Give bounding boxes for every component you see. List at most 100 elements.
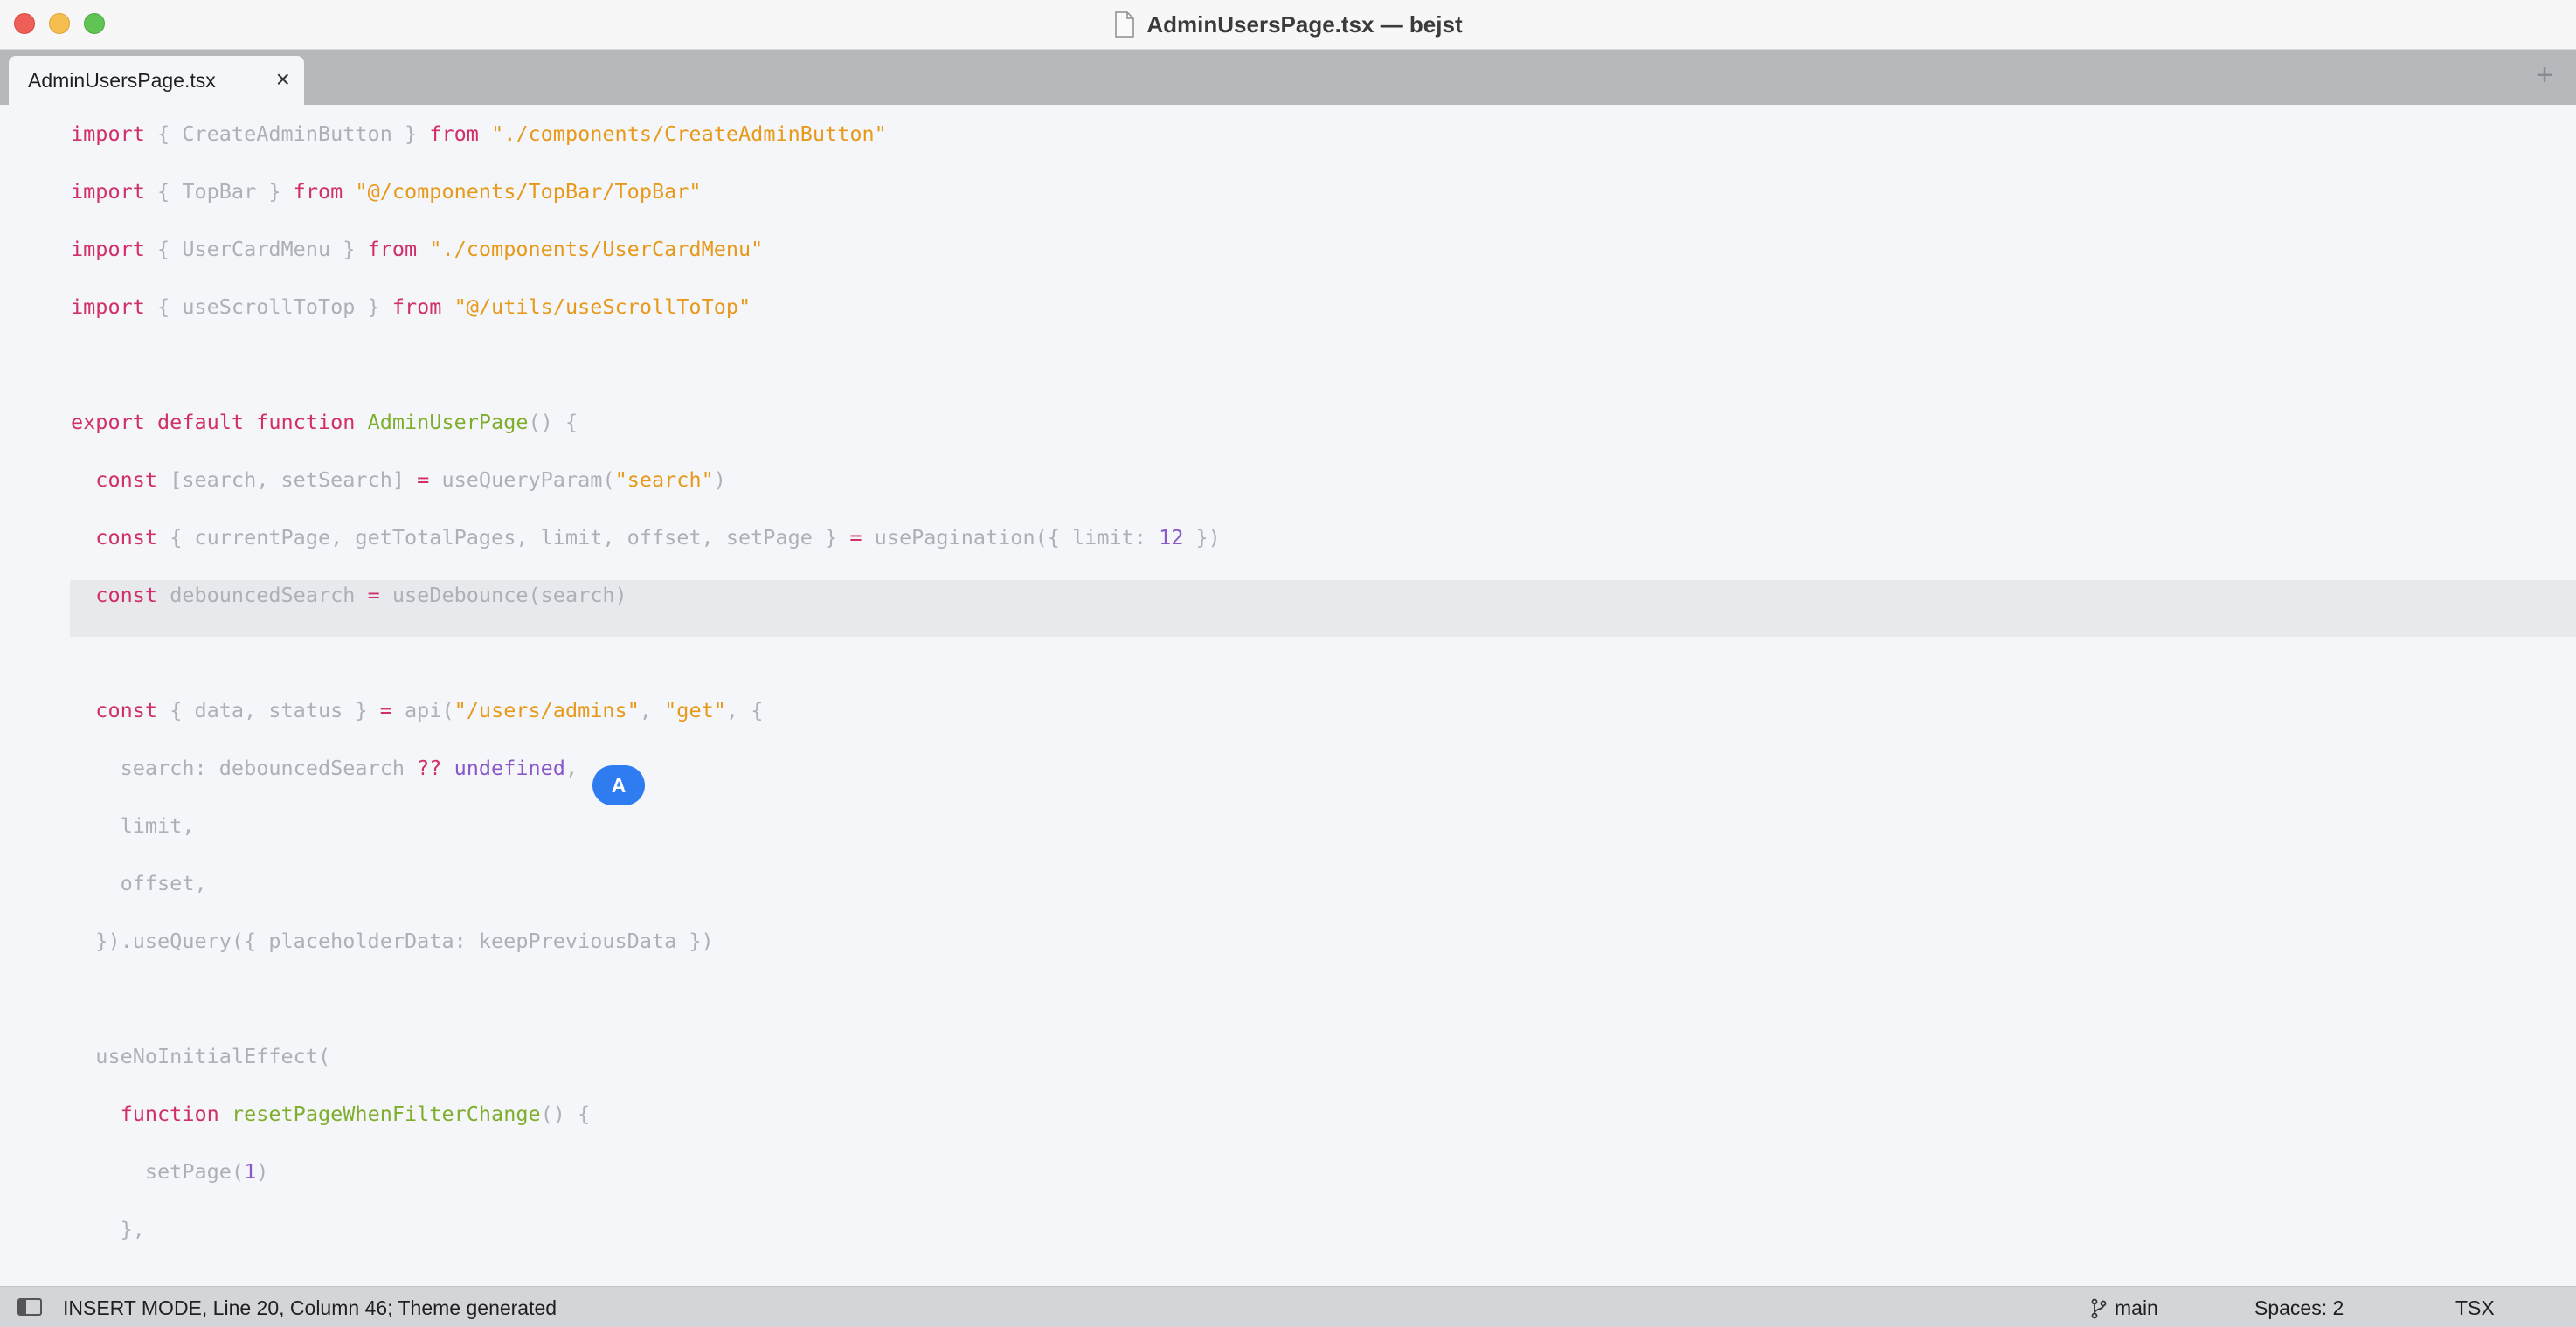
window-title: AdminUsersPage.tsx — bejst xyxy=(1146,10,1463,38)
code-token: 1 xyxy=(244,1159,257,1184)
code-token: "search" xyxy=(614,467,714,492)
code-token: debouncedSearch xyxy=(157,583,368,607)
code-line[interactable]: const { currentPage, getTotalPages, limi… xyxy=(71,508,1221,566)
code-line[interactable]: export default function AdminUserPage() … xyxy=(71,393,1221,451)
tab-adminuserspage[interactable]: AdminUsersPage.tsx × xyxy=(9,56,304,105)
code-token: 12 xyxy=(1159,525,1184,549)
code-token: import xyxy=(71,179,145,204)
code-token: from xyxy=(293,179,343,204)
git-branch[interactable]: main xyxy=(2090,1296,2158,1320)
code-editor[interactable]: import { CreateAdminButton } from "./com… xyxy=(0,105,2576,1286)
code-token: const xyxy=(95,525,158,549)
code-line[interactable]: import { useScrollToTop } from "@/utils/… xyxy=(71,278,1221,335)
code-token: useQueryParam( xyxy=(429,467,615,492)
code-token: import xyxy=(71,121,145,146)
code-token: ?? xyxy=(417,756,442,780)
code-token: { UserCardMenu } xyxy=(144,237,368,261)
code-token: useDebounce(search) xyxy=(379,583,627,607)
tab-label: AdminUsersPage.tsx xyxy=(28,68,216,92)
code-token: , xyxy=(639,698,665,722)
close-tab-icon[interactable]: × xyxy=(276,67,290,92)
code-token: const xyxy=(95,467,158,492)
code-line[interactable]: limit, xyxy=(71,797,1221,854)
code-line[interactable]: offset, xyxy=(71,854,1221,912)
code-token: search: debouncedSearch xyxy=(71,756,418,780)
code-line[interactable]: function resetPageWhenFilterChange() { xyxy=(71,1085,1221,1143)
code-line[interactable] xyxy=(71,624,1221,681)
code-line[interactable] xyxy=(71,335,1221,393)
git-branch-icon xyxy=(2091,1298,2107,1318)
sidebar-toggle-icon[interactable] xyxy=(17,1298,42,1316)
collaborator-cursor-badge: A xyxy=(592,765,645,805)
code-token: { CreateAdminButton } xyxy=(144,121,430,146)
code-token: import xyxy=(71,294,145,319)
code-token: import xyxy=(71,237,145,261)
code-token: = xyxy=(379,698,392,722)
code-token: { currentPage, getTotalPages, limit, off… xyxy=(157,525,850,549)
code-token: , xyxy=(564,756,578,780)
code-token: }).useQuery({ placeholderData: keepPrevi… xyxy=(71,929,714,953)
indentation-setting[interactable]: Spaces: 2 xyxy=(2254,1296,2344,1320)
code-token: }) xyxy=(1183,525,1221,549)
title-bar: AdminUsersPage.tsx — bejst xyxy=(0,0,2576,50)
code-token: ) xyxy=(713,467,726,492)
code-line[interactable]: useNoInitialEffect( xyxy=(71,1027,1221,1085)
code-token: () { xyxy=(528,410,578,434)
code-line[interactable]: import { TopBar } from "@/components/Top… xyxy=(71,162,1221,220)
code-line[interactable]: search: debouncedSearch ?? undefined, xyxy=(71,739,1221,797)
code-token: from xyxy=(391,294,442,319)
new-tab-button[interactable]: + xyxy=(2536,60,2553,90)
branch-name: main xyxy=(2115,1296,2158,1319)
code-token: () { xyxy=(540,1102,591,1126)
code-token: , { xyxy=(725,698,764,722)
code-token: export default function xyxy=(71,410,356,434)
document-icon xyxy=(1115,11,1135,38)
code-token: usePagination({ limit: xyxy=(862,525,1160,549)
code-line[interactable]: }, xyxy=(71,1200,1221,1258)
code-token: "./components/CreateAdminButton" xyxy=(491,121,887,146)
code-token: "@/components/TopBar/TopBar" xyxy=(355,179,702,204)
code-token: = xyxy=(417,467,430,492)
code-token: ) xyxy=(256,1159,269,1184)
code-token: { data, status } xyxy=(157,698,380,722)
code-token: const xyxy=(95,583,158,607)
code-token: { TopBar } xyxy=(144,179,294,204)
code-token: "@/utils/useScrollToTop" xyxy=(454,294,751,319)
code-token: "./components/UserCardMenu" xyxy=(429,237,764,261)
code-token: }, xyxy=(71,1217,145,1241)
code-token: undefined xyxy=(454,756,565,780)
code-token: "get" xyxy=(664,698,726,722)
code-line[interactable]: }).useQuery({ placeholderData: keepPrevi… xyxy=(71,912,1221,970)
code-token: = xyxy=(367,583,380,607)
code-token: resetPageWhenFilterChange xyxy=(231,1102,541,1126)
code-token: = xyxy=(849,525,862,549)
code-line[interactable]: setPage(1) xyxy=(71,1143,1221,1200)
status-bar: INSERT MODE, Line 20, Column 46; Theme g… xyxy=(0,1286,2576,1327)
code-content[interactable]: import { CreateAdminButton } from "./com… xyxy=(71,105,1221,1258)
code-line[interactable]: const { data, status } = api("/users/adm… xyxy=(71,681,1221,739)
code-token: from xyxy=(429,121,479,146)
tab-bar: AdminUsersPage.tsx × + xyxy=(0,50,2576,105)
code-line[interactable]: import { CreateAdminButton } from "./com… xyxy=(71,105,1221,162)
code-token: AdminUserPage xyxy=(367,410,529,434)
language-mode[interactable]: TSX xyxy=(2455,1296,2495,1320)
status-mode-text: INSERT MODE, Line 20, Column 46; Theme g… xyxy=(63,1296,557,1319)
code-line[interactable]: const [search, setSearch] = useQueryPara… xyxy=(71,451,1221,508)
code-token: setPage( xyxy=(71,1159,245,1184)
code-line[interactable]: const debouncedSearch = useDebounce(sear… xyxy=(71,566,1221,624)
code-line[interactable] xyxy=(71,970,1221,1027)
code-line[interactable]: import { UserCardMenu } from "./componen… xyxy=(71,220,1221,278)
code-token: api( xyxy=(391,698,454,722)
code-token: limit, xyxy=(71,813,195,838)
